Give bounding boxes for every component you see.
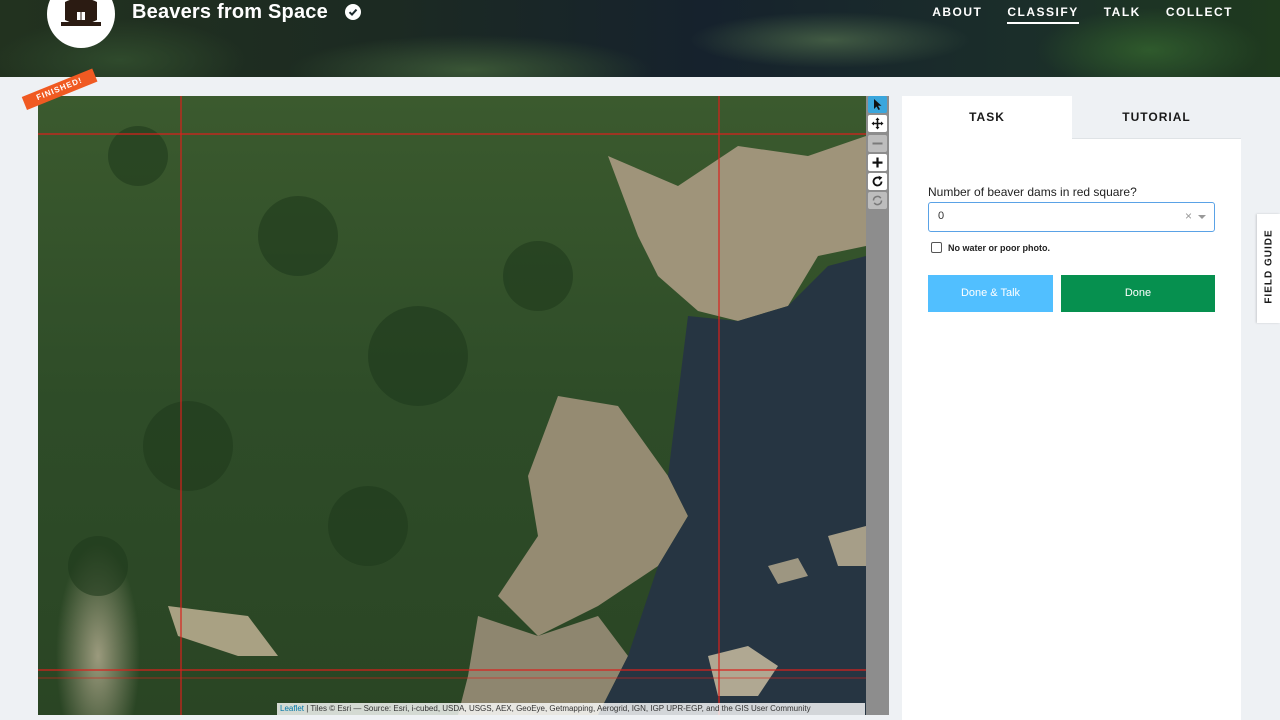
project-header: Beavers from Space ABOUT CLASSIFY TALK C… bbox=[0, 0, 1280, 77]
done-and-talk-button[interactable]: Done & Talk bbox=[928, 275, 1053, 312]
nav-about[interactable]: ABOUT bbox=[932, 5, 982, 24]
no-water-checkbox[interactable] bbox=[931, 242, 942, 253]
tab-tutorial[interactable]: TUTORIAL bbox=[1072, 96, 1241, 139]
satellite-imagery bbox=[38, 96, 866, 715]
nav-classify[interactable]: CLASSIFY bbox=[1007, 5, 1079, 24]
task-question: Number of beaver dams in red square? bbox=[928, 185, 1137, 199]
zoom-out-icon bbox=[872, 142, 883, 145]
project-title[interactable]: Beavers from Space bbox=[132, 1, 328, 24]
nav-talk[interactable]: TALK bbox=[1104, 5, 1141, 24]
task-tabs: TASK TUTORIAL bbox=[902, 96, 1241, 139]
attribution-text: | Tiles © Esri — Source: Esri, i-cubed, … bbox=[304, 704, 811, 713]
chevron-down-icon[interactable] bbox=[1198, 215, 1206, 219]
pointer-tool-button[interactable] bbox=[868, 96, 887, 113]
map-toolbar bbox=[866, 96, 889, 715]
satellite-map[interactable] bbox=[38, 96, 866, 715]
pointer-icon bbox=[874, 99, 882, 110]
check-badge-icon bbox=[345, 4, 361, 20]
zoom-out-button[interactable] bbox=[868, 135, 887, 152]
project-logo[interactable] bbox=[47, 0, 115, 48]
reset-button[interactable] bbox=[868, 192, 887, 209]
leaflet-link[interactable]: Leaflet bbox=[280, 704, 304, 713]
done-button[interactable]: Done bbox=[1061, 275, 1215, 312]
project-nav: ABOUT CLASSIFY TALK COLLECT bbox=[932, 5, 1233, 24]
select-value: 0 bbox=[938, 210, 945, 222]
no-water-label[interactable]: No water or poor photo. bbox=[948, 243, 1050, 253]
zoom-in-button[interactable] bbox=[868, 154, 887, 171]
tab-task[interactable]: TASK bbox=[902, 96, 1072, 138]
reset-icon bbox=[872, 195, 883, 206]
dam-count-select[interactable]: 0 × bbox=[928, 202, 1215, 232]
map-attribution: Leaflet | Tiles © Esri — Source: Esri, i… bbox=[277, 703, 865, 715]
task-panel: TASK TUTORIAL Number of beaver dams in r… bbox=[902, 96, 1241, 720]
rotate-icon bbox=[872, 175, 883, 187]
field-guide-label: FIELD GUIDE bbox=[1263, 229, 1275, 304]
pan-tool-button[interactable] bbox=[868, 115, 887, 132]
clear-icon[interactable]: × bbox=[1185, 209, 1192, 223]
beaver-logo-icon bbox=[61, 0, 101, 26]
rotate-button[interactable] bbox=[868, 173, 887, 190]
nav-collect[interactable]: COLLECT bbox=[1166, 5, 1233, 24]
field-guide-tab[interactable]: FIELD GUIDE bbox=[1257, 214, 1280, 323]
pan-icon bbox=[871, 117, 884, 130]
zoom-in-icon bbox=[872, 157, 883, 168]
